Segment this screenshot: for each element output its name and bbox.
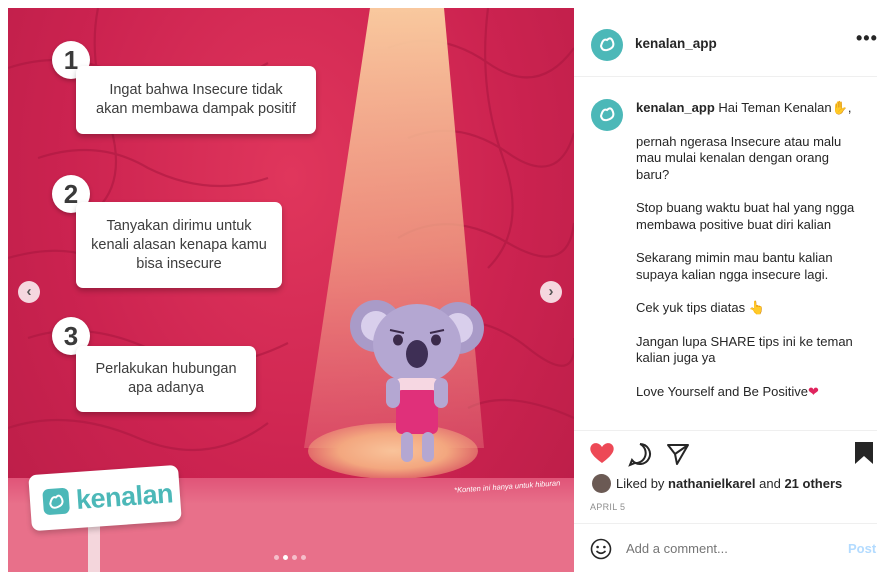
sign-post (88, 523, 100, 572)
emoji-smiley-icon[interactable] (590, 538, 612, 560)
post-side-panel: kenalan_app ••• kenalan_app Hai Teman Ke… (574, 8, 877, 572)
likes-prefix: Liked by (616, 476, 665, 491)
post-caption: kenalan_app Hai Teman Kenalan✋, pernah n… (636, 100, 862, 422)
liker-avatar[interactable] (592, 474, 611, 493)
liked-others-link[interactable]: 21 others (784, 476, 842, 491)
liked-user-link[interactable]: nathanielkarel (668, 476, 755, 491)
next-slide-button[interactable]: › (540, 281, 562, 303)
tip-text-2: Tanyakan dirimu untuk kenali alasan kena… (91, 217, 267, 272)
likes-summary[interactable]: Liked by nathanielkarel and 21 others (616, 476, 842, 491)
comment-bubble-icon[interactable] (627, 441, 653, 467)
kenalan-logo-icon (599, 37, 615, 52)
caption-first-line: kenalan_app Hai Teman Kenalan✋, (636, 100, 862, 117)
more-options-button[interactable]: ••• (856, 28, 877, 49)
post-header: kenalan_app ••• (574, 8, 877, 77)
likes-and: and (759, 476, 781, 491)
carousel-dot (283, 555, 288, 560)
carousel-dot (301, 555, 306, 560)
tip-card-2: Tanyakan dirimu untuk kenali alasan kena… (76, 202, 282, 288)
kenalan-logo-icon (42, 487, 70, 515)
caption-paragraph: Jangan lupa SHARE tips ini ke teman kali… (636, 333, 853, 366)
carousel-indicator (274, 555, 306, 560)
post-date: APRIL 5 (590, 502, 626, 512)
caption-username[interactable]: kenalan_app (636, 100, 715, 115)
waving-hand-emoji: ✋ (831, 100, 848, 115)
post-actions: Liked by nathanielkarel and 21 others AP… (574, 430, 877, 572)
tip-card-1: Ingat bahwa Insecure tidak akan membawa … (76, 66, 316, 134)
profile-avatar[interactable] (591, 29, 623, 61)
caption-paragraph: Cek yuk tips diatas 👆 (636, 300, 862, 317)
caption-paragraph: pernah ngerasa Insecure atau malu mau mu… (636, 133, 842, 182)
tip-text-1: Ingat bahwa Insecure tidak akan membawa … (96, 82, 296, 117)
caption-tips-text: Cek yuk tips diatas (636, 300, 746, 315)
previous-slide-button[interactable]: ‹ (18, 281, 40, 303)
kenalan-logo-icon (599, 107, 615, 122)
tip-card-3: Perlakukan hubungan apa adanya (76, 346, 256, 412)
paper-plane-icon[interactable] (665, 441, 691, 467)
red-heart-emoji: ❤ (808, 383, 819, 399)
carousel-dot (274, 555, 279, 560)
brand-name: kenalan (74, 477, 174, 515)
heart-icon[interactable] (589, 441, 615, 465)
kenalan-logo-sign: kenalan (28, 464, 182, 532)
caption-comma: , (847, 100, 852, 115)
carousel-dot (292, 555, 297, 560)
post-image[interactable]: 1 Ingat bahwa Insecure tidak akan membaw… (8, 8, 574, 572)
caption-greeting: Hai Teman Kenalan (718, 100, 832, 115)
comment-input[interactable] (626, 541, 826, 556)
koala-illustration (350, 300, 484, 462)
caption-paragraph: Love Yourself and Be Positive❤ (636, 384, 862, 401)
post-comment-button[interactable]: Post (848, 541, 876, 556)
pointing-up-emoji: 👆 (748, 300, 765, 315)
caption-avatar[interactable] (591, 99, 623, 131)
header-username[interactable]: kenalan_app (635, 36, 717, 51)
bookmark-icon[interactable] (853, 440, 875, 466)
caption-paragraph: Sekarang mimin mau bantu kalian supaya k… (636, 250, 833, 282)
caption-paragraph: Stop buang waktu buat hal yang ngga memb… (636, 200, 855, 232)
tip-text-3: Perlakukan hubungan apa adanya (95, 361, 237, 396)
caption-closing-text: Love Yourself and Be Positive (636, 383, 809, 399)
comment-bar: Post (574, 523, 877, 572)
